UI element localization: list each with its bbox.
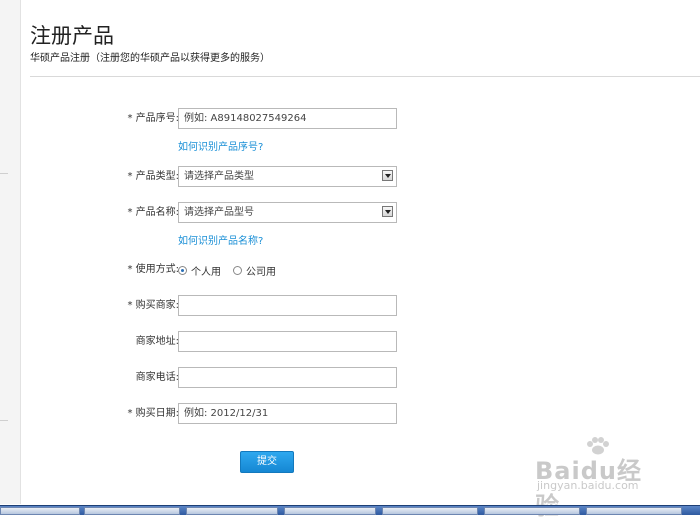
category-selected-text: 请选择产品类型 xyxy=(184,171,254,182)
usage-personal-label[interactable]: 个人用 xyxy=(191,263,221,278)
chevron-down-icon[interactable] xyxy=(382,170,393,181)
model-selected-text: 请选择产品型号 xyxy=(184,207,254,218)
serial-label: * 产品序号: xyxy=(127,113,179,124)
usage-label: * 使用方式: xyxy=(127,264,179,275)
rail-tick xyxy=(0,173,8,174)
page-subtitle: 华硕产品注册（注册您的华硕产品以获得更多的服务） xyxy=(30,53,270,64)
serial-help-link[interactable]: 如何识别产品序号? xyxy=(178,138,263,153)
left-sidebar-rail xyxy=(0,0,21,504)
usage-company-radio[interactable] xyxy=(233,265,242,275)
purchase-date-label: * 购买日期: xyxy=(127,408,179,419)
usage-radio-group: 个人用 公司用 xyxy=(178,259,288,281)
dealer-address-input[interactable] xyxy=(178,331,397,352)
serial-input[interactable] xyxy=(178,108,397,129)
usage-company-label[interactable]: 公司用 xyxy=(246,263,276,278)
usage-row: * 使用方式: 个人用 公司用 xyxy=(21,259,700,281)
category-label: * 产品类型: xyxy=(127,171,179,182)
watermark-sub-text: jingyan.baidu.com xyxy=(537,479,639,492)
header-divider xyxy=(30,76,700,77)
registration-panel: 注册产品 华硕产品注册（注册您的华硕产品以获得更多的服务） * 产品序号: 如何… xyxy=(21,0,700,504)
submit-button[interactable]: 提交 xyxy=(240,451,294,473)
dealer-input[interactable] xyxy=(178,295,397,316)
rail-tick xyxy=(0,420,8,421)
baidu-watermark: Baidu经验 jingyan.baidu.com xyxy=(535,437,665,520)
purchase-date-input[interactable] xyxy=(178,403,397,424)
usage-personal-radio[interactable] xyxy=(178,265,187,275)
dealer-phone-input[interactable] xyxy=(178,367,397,388)
category-select[interactable]: 请选择产品类型 xyxy=(178,166,397,187)
dealer-phone-label: 商家电话: xyxy=(135,372,179,383)
model-select[interactable]: 请选择产品型号 xyxy=(178,202,397,223)
page-title: 注册产品 xyxy=(30,24,114,48)
chevron-down-icon[interactable] xyxy=(382,206,393,217)
dealer-label: * 购买商家: xyxy=(127,300,179,311)
model-help-link[interactable]: 如何识别产品名称? xyxy=(178,232,263,247)
model-label: * 产品名称: xyxy=(127,207,179,218)
dealer-address-label: 商家地址: xyxy=(135,336,179,347)
